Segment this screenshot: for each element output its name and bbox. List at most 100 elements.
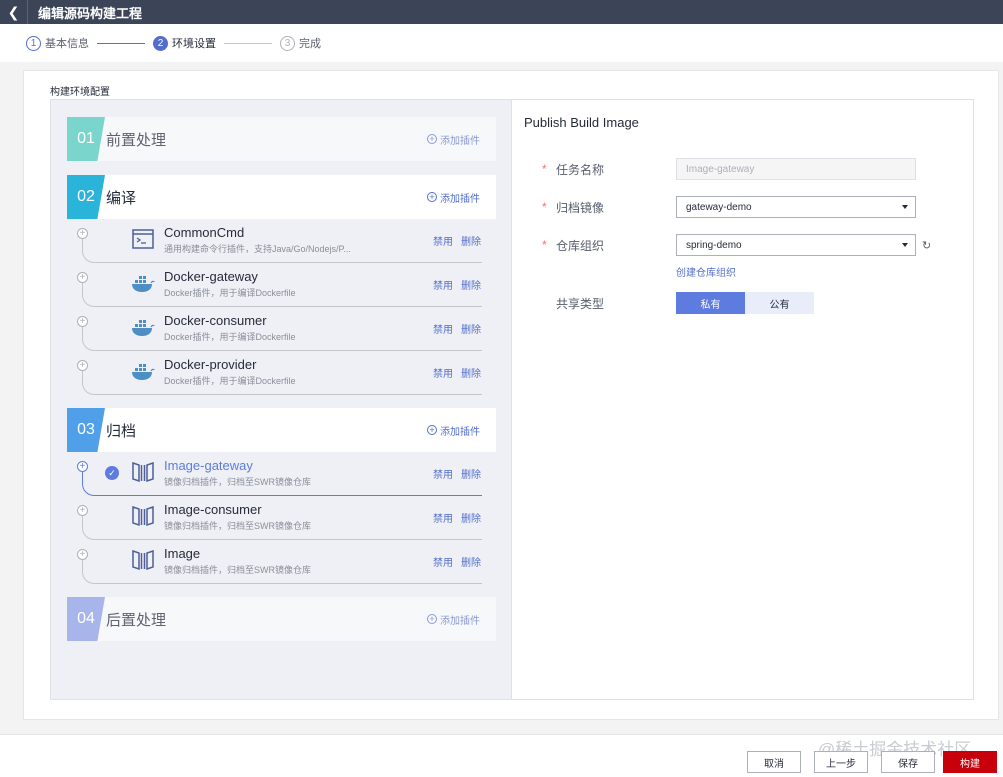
stage-name: 归档 <box>106 422 137 440</box>
image-archive-icon <box>132 549 154 571</box>
delete-button[interactable]: 删除 <box>461 237 481 248</box>
task-desc: Docker插件，用于编译Dockerfile <box>164 288 296 298</box>
create-org-link[interactable]: 创建仓库组织 <box>676 264 736 279</box>
add-plugin-button[interactable]: + 添加插件 <box>427 132 480 147</box>
task-name: Image-consumer <box>164 502 262 517</box>
add-node-icon[interactable]: + <box>77 316 88 327</box>
add-plugin-label: 添加插件 <box>440 615 480 627</box>
plus-circle-icon: + <box>427 425 437 435</box>
step-label: 完成 <box>299 38 321 50</box>
page-title: 编辑源码构建工程 <box>38 5 143 21</box>
build-env-panel: 构建环境配置 01 前置处理 + 添加插件 02 编译 + 添加插件 + Com… <box>23 70 999 720</box>
docker-icon <box>132 364 155 380</box>
step-label: 环境设置 <box>172 38 216 50</box>
panel-title: 构建环境配置 <box>50 87 110 98</box>
delete-button[interactable]: 删除 <box>461 470 481 481</box>
required-mark: * <box>542 238 547 252</box>
add-node-icon[interactable]: + <box>77 549 88 560</box>
step-connector <box>97 42 145 44</box>
delete-button[interactable]: 删除 <box>461 514 481 525</box>
task-image[interactable]: + Image 镜像归档插件，归档至SWR镜像仓库 禁用 删除 <box>67 540 487 584</box>
pipeline-pane: 01 前置处理 + 添加插件 02 编译 + 添加插件 + CommonCmd … <box>50 99 512 700</box>
step-env-settings[interactable]: 2 环境设置 <box>153 35 216 51</box>
add-plugin-button[interactable]: + 添加插件 <box>427 423 480 438</box>
stage-number: 01 <box>67 117 105 161</box>
task-docker-provider[interactable]: + Docker-provider Docker插件，用于编译Dockerfil… <box>67 351 487 395</box>
task-actions: 禁用 删除 <box>425 466 481 481</box>
select-value: spring-demo <box>686 239 742 251</box>
wizard-steps: 1 基本信息 2 环境设置 3 完成 <box>0 24 1003 62</box>
add-plugin-button[interactable]: + 添加插件 <box>427 190 480 205</box>
field-label: 任务名称 <box>556 162 605 177</box>
step-number: 2 <box>153 35 168 51</box>
disable-button[interactable]: 禁用 <box>433 470 453 481</box>
task-actions: 禁用 删除 <box>425 510 481 525</box>
disable-button[interactable]: 禁用 <box>433 514 453 525</box>
step-label: 基本信息 <box>45 38 89 50</box>
docker-icon <box>132 276 155 292</box>
task-actions: 禁用 删除 <box>425 233 481 248</box>
caret-down-icon <box>902 205 908 209</box>
previous-step-button[interactable]: 上一步 <box>814 751 868 773</box>
task-docker-consumer[interactable]: + Docker-consumer Docker插件，用于编译Dockerfil… <box>67 307 487 351</box>
build-button[interactable]: 构建 <box>943 751 997 773</box>
task-actions: 禁用 删除 <box>425 554 481 569</box>
task-name: Docker-consumer <box>164 313 267 328</box>
delete-button[interactable]: 删除 <box>461 325 481 336</box>
delete-button[interactable]: 删除 <box>461 281 481 292</box>
task-docker-gateway[interactable]: + Docker-gateway Docker插件，用于编译Dockerfile… <box>67 263 487 307</box>
disable-button[interactable]: 禁用 <box>433 558 453 569</box>
refresh-icon[interactable]: ↻ <box>922 239 934 252</box>
add-node-icon[interactable]: + <box>77 272 88 283</box>
share-private-option[interactable]: 私有 <box>676 292 745 314</box>
task-desc: 镜像归档插件，归档至SWR镜像仓库 <box>164 565 311 575</box>
task-name: CommonCmd <box>164 225 245 240</box>
plus-circle-icon: + <box>427 192 437 202</box>
add-node-icon[interactable]: + <box>77 505 88 516</box>
step-finish[interactable]: 3 完成 <box>280 35 321 51</box>
task-image-consumer[interactable]: + Image-consumer 镜像归档插件，归档至SWR镜像仓库 禁用 删除 <box>67 496 487 540</box>
task-commoncmd[interactable]: + CommonCmd 通用构建命令行插件，支持Java/Go/Nodejs/P… <box>67 219 487 263</box>
check-icon: ✓ <box>105 466 119 480</box>
select-value: gateway-demo <box>686 201 752 213</box>
task-name: Docker-provider <box>164 357 257 372</box>
step-number: 1 <box>26 35 41 51</box>
cancel-button[interactable]: 取消 <box>747 751 801 773</box>
save-button[interactable]: 保存 <box>881 751 935 773</box>
task-name-row: * 任务名称 <box>542 158 676 180</box>
task-image-gateway[interactable]: + ✓ Image-gateway 镜像归档插件，归档至SWR镜像仓库 禁用 删除 <box>67 452 487 496</box>
disable-button[interactable]: 禁用 <box>433 325 453 336</box>
add-node-icon[interactable]: + <box>77 360 88 371</box>
share-type-row: 共享类型 <box>542 292 676 314</box>
archive-image-row: * 归档镜像 <box>542 196 676 218</box>
share-public-option[interactable]: 公有 <box>745 292 814 314</box>
task-actions: 禁用 删除 <box>425 365 481 380</box>
share-type-toggle: 私有 公有 <box>676 292 814 314</box>
form-title: Publish Build Image <box>524 115 639 130</box>
stage-post-process: 04 后置处理 + 添加插件 <box>67 597 496 641</box>
delete-button[interactable]: 删除 <box>461 369 481 380</box>
required-mark: * <box>542 200 547 214</box>
disable-button[interactable]: 禁用 <box>433 369 453 380</box>
plus-circle-icon: + <box>427 614 437 624</box>
disable-button[interactable]: 禁用 <box>433 237 453 248</box>
delete-button[interactable]: 删除 <box>461 558 481 569</box>
back-button[interactable]: ❮ <box>0 0 28 24</box>
docker-icon <box>132 320 155 336</box>
step-connector <box>224 42 272 44</box>
add-node-icon[interactable]: + <box>77 228 88 239</box>
archive-image-select[interactable]: gateway-demo <box>676 196 916 218</box>
caret-down-icon <box>902 243 908 247</box>
add-node-icon[interactable]: + <box>77 461 88 472</box>
add-plugin-button[interactable]: + 添加插件 <box>427 612 480 627</box>
task-config-pane: Publish Build Image * 任务名称 Image-gateway… <box>512 99 974 700</box>
step-basic-info[interactable]: 1 基本信息 <box>26 35 89 51</box>
disable-button[interactable]: 禁用 <box>433 281 453 292</box>
image-archive-icon <box>132 461 154 483</box>
chevron-left-icon: ❮ <box>7 3 20 20</box>
stage-number: 03 <box>67 408 105 452</box>
footer-bar: @稀土掘金技术社区 取消 上一步 保存 构建 <box>0 734 1003 777</box>
task-desc: 通用构建命令行插件，支持Java/Go/Nodejs/P... <box>164 244 351 254</box>
task-name-input[interactable]: Image-gateway <box>676 158 916 180</box>
repo-org-select[interactable]: spring-demo <box>676 234 916 256</box>
